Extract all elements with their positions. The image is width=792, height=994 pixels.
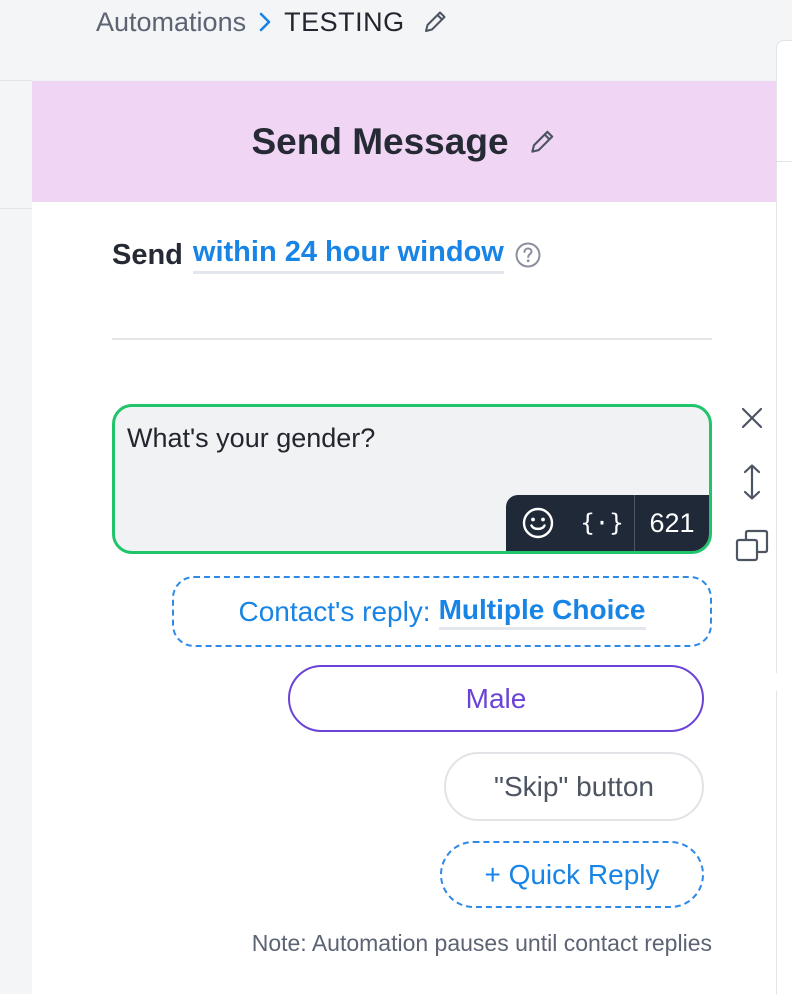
add-quick-reply-button[interactable]: + Quick Reply: [440, 841, 704, 908]
pencil-icon[interactable]: [421, 8, 449, 36]
left-panel-strip: [0, 0, 32, 994]
message-text[interactable]: What's your gender?: [127, 423, 375, 454]
help-circle-icon[interactable]: [514, 241, 542, 269]
left-divider: [0, 80, 32, 81]
insert-variable-button[interactable]: {·}: [570, 495, 634, 551]
choice-button-male[interactable]: Male: [288, 665, 704, 732]
section-divider: [112, 338, 712, 340]
pause-note: Note: Automation pauses until contact re…: [251, 930, 712, 956]
send-message-card: Send Message Send within 24 hour window …: [32, 81, 776, 994]
variables-icon: {·}: [580, 509, 624, 537]
breadcrumb-current: TESTING: [284, 6, 405, 37]
breadcrumb-automations-link[interactable]: Automations: [96, 7, 246, 38]
reply-type-value[interactable]: Multiple Choice: [438, 594, 646, 630]
duplicate-message-button[interactable]: [734, 528, 770, 564]
reply-type-selector[interactable]: Contact's reply: Multiple Choice: [172, 576, 712, 647]
card-header: Send Message: [32, 81, 776, 202]
message-textarea[interactable]: What's your gender? {·} 621: [112, 404, 712, 554]
app-root: Automations TESTING Send Message Send wi…: [0, 0, 792, 994]
send-timing-row: Send within 24 hour window: [112, 233, 542, 277]
message-toolbar: {·} 621: [506, 495, 709, 551]
breadcrumb: Automations TESTING: [96, 4, 449, 40]
top-header: Automations TESTING: [32, 0, 792, 80]
left-divider: [0, 208, 32, 209]
send-label: Send: [112, 238, 183, 271]
resize-vertical-icon: [740, 463, 764, 501]
close-icon: [739, 405, 765, 431]
send-window-dropdown[interactable]: within 24 hour window: [192, 236, 504, 274]
delete-message-button[interactable]: [734, 400, 770, 436]
skip-button[interactable]: "Skip" button: [444, 752, 704, 821]
panel-divider: [777, 161, 792, 162]
emoji-button[interactable]: [506, 495, 570, 551]
reorder-message-handle[interactable]: [734, 464, 770, 500]
reply-type-prefix: Contact's reply:: [238, 595, 431, 627]
duplicate-icon: [734, 528, 770, 564]
pencil-icon[interactable]: [527, 127, 557, 157]
card-title: Send Message: [251, 120, 509, 162]
right-side-panel: [766, 40, 792, 994]
character-count: 621: [634, 495, 709, 551]
chevron-right-icon: [258, 11, 272, 33]
emoji-icon: [521, 506, 555, 540]
